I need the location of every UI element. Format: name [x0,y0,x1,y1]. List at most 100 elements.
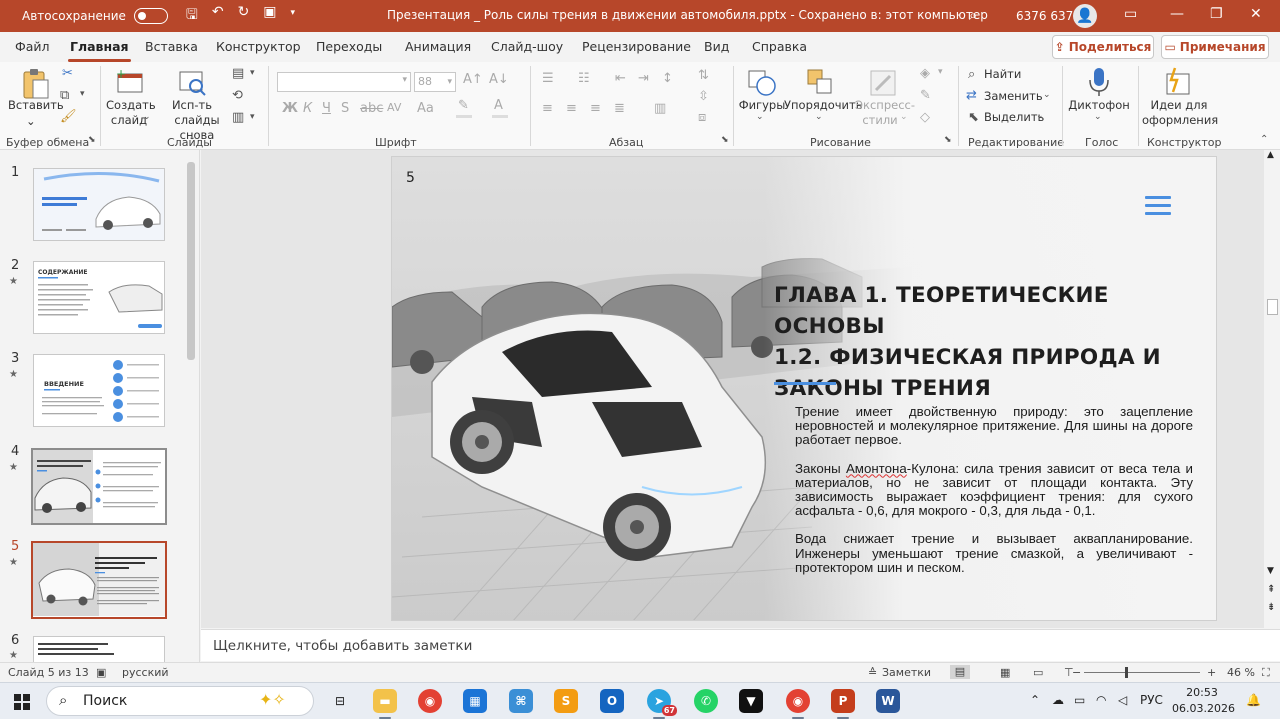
design-ideas-label-1[interactable]: Идеи для [1146,98,1212,113]
drawing-launcher-icon[interactable]: ⬊ [944,135,952,145]
avatar[interactable]: 👤 [1073,4,1097,28]
chrome-icon-2[interactable]: ◉ [786,689,810,719]
replace-button[interactable]: Заменить [984,89,1043,104]
close-icon[interactable]: ✕ [1250,6,1262,22]
slide-thumbnail-2[interactable]: СОДЕРЖАНИЕ [33,261,165,334]
reuse-slides-icon[interactable] [177,68,207,96]
copy-icon[interactable]: ⧉ [60,88,69,103]
telegram-icon[interactable]: ➤ 67 [647,689,677,719]
tab-design[interactable]: Конструктор [216,39,301,54]
columns-icon[interactable]: ▥ [654,101,666,116]
decrease-indent-icon[interactable]: ⇤ [615,71,626,86]
paste-button[interactable]: Вставить [8,98,64,113]
notes-pane[interactable]: Щелкните, чтобы добавить заметки [201,629,1280,661]
save-icon[interactable]: 🖫 [186,4,198,28]
tab-file[interactable]: Файл [15,39,50,54]
highlight-icon[interactable]: ✎ [458,98,469,113]
spacing-button[interactable]: AV [387,101,401,114]
smartart-icon[interactable]: ⧈ [698,110,706,125]
shape-outline-icon[interactable]: ✎ [920,88,931,103]
scroll-up-icon[interactable]: ▲ [1267,150,1274,160]
tab-review[interactable]: Рецензирование [582,39,691,54]
select-dropdown-icon[interactable]: ⌄ [1036,111,1044,121]
powerpoint-icon[interactable]: P [831,689,855,719]
store-icon[interactable]: ▦ [463,689,487,713]
restore-icon[interactable]: ❐ [1210,6,1223,22]
minimize-icon[interactable]: — [1170,6,1184,22]
quick-styles-icon[interactable] [868,68,900,98]
reading-view-icon[interactable]: ▭ [1033,666,1043,679]
increase-indent-icon[interactable]: ⇥ [638,71,649,86]
slide-thumbnail-4[interactable] [31,448,167,525]
volume-icon[interactable]: ◁ [1118,693,1127,707]
clipboard-launcher-icon[interactable]: ⬊ [88,135,96,145]
arrange-icon[interactable] [804,68,836,98]
redo-icon[interactable]: ↻ [238,4,250,28]
shape-fill-icon[interactable]: ◈ [920,66,930,81]
new-slide-icon[interactable]: + [114,68,144,96]
shapes-dropdown-icon[interactable]: ⌄ [756,112,764,122]
arrange-button[interactable]: Упорядочить [784,98,863,113]
normal-view-icon[interactable]: ▤ [950,665,970,679]
tab-animations[interactable]: Анимация [405,39,471,54]
zoom-level[interactable]: 46 % [1227,666,1255,679]
clock[interactable]: 20:53 06.03.2026 [1172,685,1235,717]
slide-thumbnail-5[interactable] [31,541,167,619]
reset-icon[interactable]: ⟲ [232,88,243,103]
customize-quick-access-icon[interactable]: ▾ [291,4,296,28]
quick-styles-label-1[interactable]: Экспресс- [854,98,916,113]
section-dropdown-icon[interactable]: ▾ [250,112,255,122]
fit-slide-icon[interactable]: ⛶ [1262,666,1270,680]
onedrive-icon[interactable]: ☁ [1052,693,1064,707]
taskbar-search[interactable]: ⌕ Поиск ✦✧ [46,686,314,716]
user-name[interactable]: 6376 6376 [1016,9,1081,23]
search-icon[interactable]: ⌕ [969,6,977,24]
italic-button[interactable]: К [303,101,312,116]
arrange-dropdown-icon[interactable]: ⌄ [815,112,823,122]
shapes-icon[interactable] [746,68,778,98]
reuse-slides-label-1[interactable]: Исп-ть [168,98,216,113]
slide-body-text[interactable]: Трение имеет двойственную природу: это з… [795,404,1193,589]
font-name-box[interactable]: ▾ [277,72,411,92]
tab-transitions[interactable]: Переходы [316,39,382,54]
line-spacing-icon[interactable]: ↕ [662,71,673,86]
previous-slide-icon[interactable]: ⇞ [1267,584,1275,595]
tab-view[interactable]: Вид [704,39,729,54]
zoom-slider[interactable] [1084,672,1200,673]
word-icon[interactable]: W [876,689,900,713]
font-color-icon[interactable]: A [494,98,503,113]
align-text-icon[interactable]: ⇳ [698,89,709,104]
slide-thumbnail-6[interactable] [33,636,165,662]
scroll-down-icon[interactable]: ▼ [1267,566,1274,576]
undo-icon[interactable]: ↶ [212,4,224,28]
layout-icon[interactable]: ▤ [232,66,244,81]
zoom-out-icon[interactable]: − [1072,666,1081,679]
strikethrough-icon[interactable]: abc [360,101,383,116]
paragraph-launcher-icon[interactable]: ⬊ [721,135,729,145]
layout-dropdown-icon[interactable]: ▾ [250,68,255,78]
new-slide-label-1[interactable]: Создать [106,98,156,113]
shape-effects-icon[interactable]: ◇ [920,110,930,125]
current-slide[interactable]: 5 ГЛАВА 1. ТЕОРЕТИЧЕСКИЕ ОСНОВЫ 1.2. ФИЗ… [391,156,1217,621]
notes-toggle-button[interactable]: Заметки [882,666,931,679]
text-direction-icon[interactable]: ⇅ [698,68,709,83]
scrollbar-thumb[interactable] [1267,299,1278,315]
slide-thumbnail-3[interactable]: ВВЕДЕНИЕ [33,354,165,427]
dictate-button[interactable]: Диктофон [1068,98,1130,113]
decrease-font-icon[interactable]: A↓ [489,72,509,87]
copy-dropdown-icon[interactable]: ▾ [80,89,85,99]
spelling-icon[interactable]: ▣ [96,666,106,679]
underline-button[interactable]: Ч [322,101,331,116]
zoom-in-icon[interactable]: + [1207,666,1216,679]
justify-icon[interactable]: ≣ [614,101,625,116]
slide-sorter-icon[interactable]: ▦ [1000,666,1010,679]
paste-dropdown-icon[interactable]: ⌄ [26,114,36,129]
microphone-icon[interactable] [1087,66,1111,98]
sublime-icon[interactable]: S [554,689,578,713]
quick-styles-dropdown-icon[interactable]: ⌄ [900,112,908,122]
align-center-icon[interactable]: ≡ [566,101,577,116]
show-hidden-icons[interactable]: ⌃ [1030,693,1040,707]
thumbnails-scrollbar[interactable] [187,162,195,360]
shadow-button[interactable]: S [341,101,349,116]
wifi-icon[interactable]: ◠ [1096,693,1106,707]
